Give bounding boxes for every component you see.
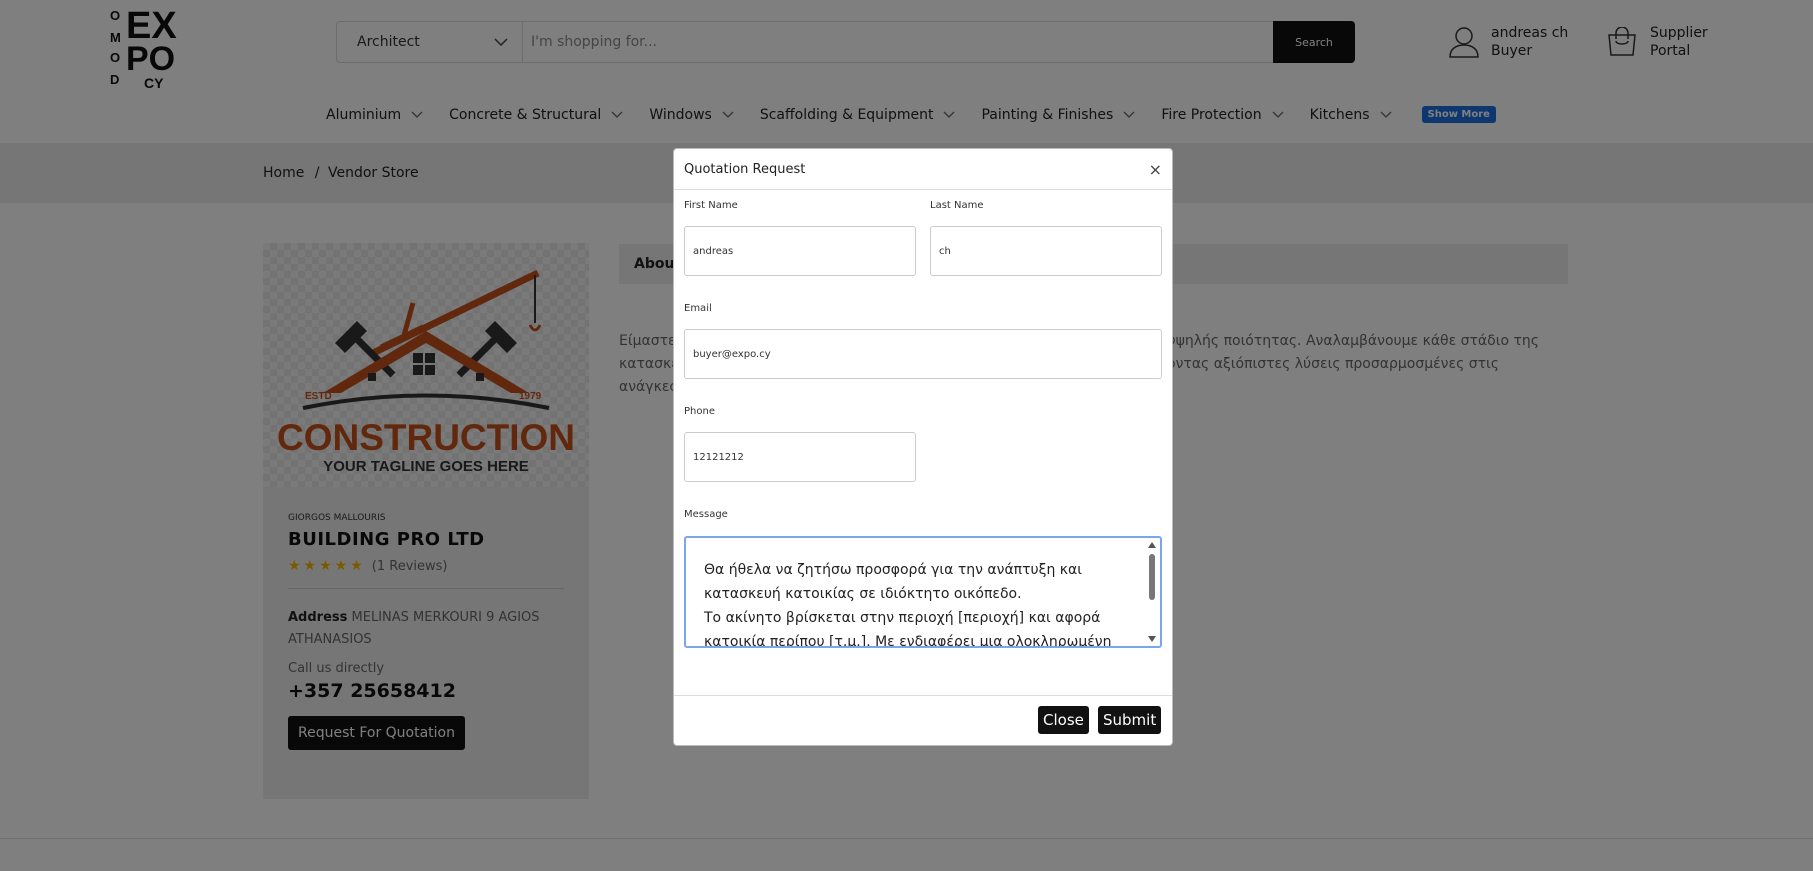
last-name-label: Last Name	[930, 200, 984, 211]
phone-field[interactable]	[684, 432, 916, 482]
modal-title: Quotation Request	[684, 161, 806, 177]
message-scrollbar[interactable]	[1146, 540, 1158, 644]
modal-footer: Close Submit	[674, 695, 1172, 746]
message-textarea[interactable]: Θα ήθελα να ζητήσω προσφορά για την ανάπ…	[684, 536, 1162, 648]
first-name-field[interactable]	[684, 226, 916, 276]
quotation-request-modal: Quotation Request × First Name Last Name…	[673, 148, 1173, 746]
first-name-label: First Name	[684, 200, 738, 211]
modal-header: Quotation Request ×	[674, 149, 1172, 190]
close-button[interactable]: Close	[1038, 706, 1089, 734]
email-label: Email	[684, 303, 712, 314]
close-icon[interactable]: ×	[1149, 160, 1162, 179]
message-line: κατοικία περίπου [τ.μ.]. Με ενδιαφέρει μ…	[704, 634, 1112, 648]
message-line: Θα ήθελα να ζητήσω προσφορά για την ανάπ…	[704, 562, 1082, 578]
phone-label: Phone	[684, 406, 715, 417]
submit-button[interactable]: Submit	[1098, 706, 1162, 734]
message-label: Message	[684, 509, 728, 520]
message-line: κατασκευή κατοικίας σε ιδιόκτητο οικόπεδ…	[704, 586, 1022, 602]
message-line: Το ακίνητο βρίσκεται στην περιοχή [περιο…	[704, 610, 1101, 626]
last-name-field[interactable]	[930, 226, 1162, 276]
email-field[interactable]	[684, 329, 1162, 379]
message-text: Θα ήθελα να ζητήσω προσφορά για την ανάπ…	[704, 558, 1124, 648]
